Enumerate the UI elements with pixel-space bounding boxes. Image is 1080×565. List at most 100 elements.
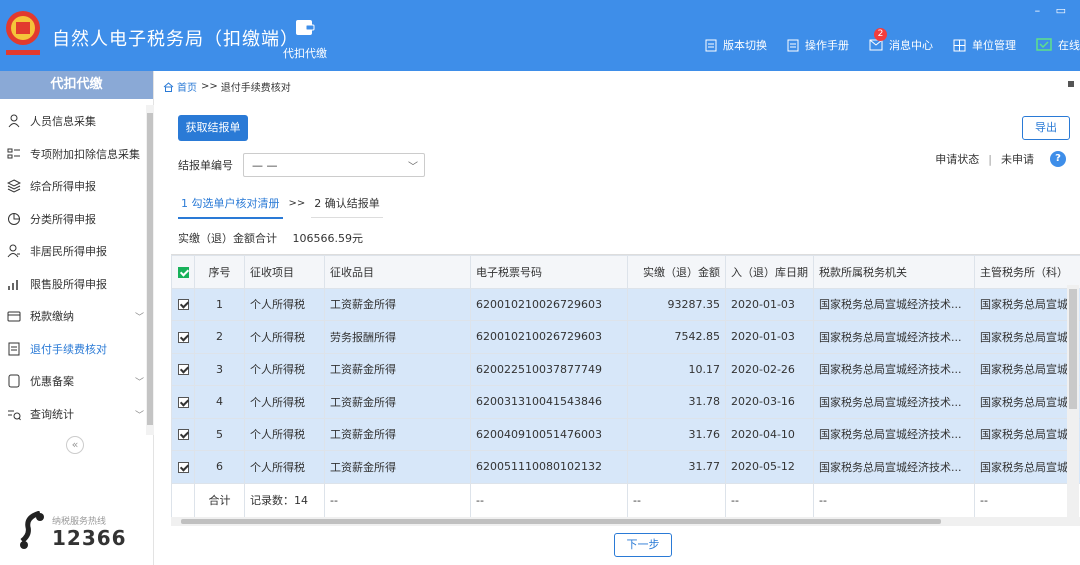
cell: 3 (194, 352, 245, 386)
settlement-number-select[interactable]: — — ﹀ (243, 153, 425, 177)
breadcrumb-home-link[interactable]: 首页 (177, 79, 197, 94)
select-all-checkbox[interactable] (171, 255, 195, 289)
top-bar: 自然人电子税务局（扣缴端） 代扣代缴 – ▭ 版本切换 操作手册 2 消息中心 … (0, 0, 1080, 71)
sidebar-collapse-button[interactable]: « (66, 436, 84, 454)
sidebar-item-label: 税款缴纳 (30, 310, 74, 324)
cell: 个人所得税 (244, 352, 325, 386)
layers-icon (6, 178, 22, 194)
breadcrumb-separator: >> (201, 81, 218, 92)
footer-total-label: 合计 (194, 482, 245, 518)
cell: 国家税务总局宣城 (974, 450, 1080, 484)
cell: -- (725, 482, 814, 518)
cell: 个人所得税 (244, 320, 325, 354)
cell: 个人所得税 (244, 417, 325, 451)
version-switch-button[interactable]: 版本切换 (705, 37, 767, 53)
cell: 2020-03-16 (725, 385, 814, 419)
sidebar-item-nonresident-income[interactable]: 非居民所得申报 (0, 235, 146, 268)
hotline: 纳税服务热线 12366 (18, 510, 126, 554)
cell: 个人所得税 (244, 287, 325, 321)
chevron-down-icon: ﹀ (134, 313, 144, 323)
cell: 31.77 (627, 450, 726, 484)
chevron-down-icon: ﹀ (134, 410, 144, 421)
window-controls[interactable]: – ▭ (1035, 4, 1072, 17)
cell: 国家税务总局宣城 (974, 352, 1080, 386)
manual-button[interactable]: 操作手册 (787, 37, 849, 53)
cell: 2020-02-26 (725, 352, 814, 386)
sidebar-item-fee-refund-check[interactable]: 退付手续费核对 (0, 333, 146, 366)
row-checkbox[interactable] (171, 320, 195, 354)
sidebar-item-special-deduction[interactable]: 专项附加扣除信息采集 (0, 138, 146, 171)
sidebar-item-label: 限售股所得申报 (30, 277, 107, 291)
table-row[interactable]: 2 个人所得税 劳务报酬所得 620010210026729603 7542.8… (171, 320, 1080, 354)
cell: 国家税务总局宣城经济技术... (813, 417, 975, 451)
column-header[interactable]: 税款所属税务机关 (813, 255, 975, 289)
sidebar-item-preferential-filing[interactable]: 优惠备案 ﹀ (0, 365, 146, 398)
cell: 国家税务总局宣城经济技术... (813, 352, 975, 386)
step-2-tab[interactable]: 2 确认结报单 (311, 195, 383, 218)
row-checkbox[interactable] (171, 287, 195, 321)
sidebar-item-label: 综合所得申报 (30, 180, 96, 194)
help-icon[interactable]: ? (1050, 151, 1066, 167)
table-row[interactable]: 5 个人所得税 工资薪金所得 620040910051476003 31.76 … (171, 417, 1080, 451)
cell: 5 (194, 417, 245, 451)
sidebar-item-label: 查询统计 (30, 407, 74, 421)
step-1-tab[interactable]: 1 勾选单户核对清册 (178, 195, 283, 219)
row-checkbox[interactable] (171, 417, 195, 451)
data-table: 序号 征收项目 征收品目 电子税票号码 实缴（退）金额 入（退）库日期 税款所属… (171, 255, 1080, 518)
table-row[interactable]: 6 个人所得税 工资薪金所得 620051110080102132 31.77 … (171, 450, 1080, 484)
sidebar-item-query-statistics[interactable]: 查询统计 ﹀ (0, 398, 146, 431)
row-checkbox[interactable] (171, 385, 195, 419)
table-vscroll-thumb[interactable] (1069, 289, 1077, 409)
cell: 620031310041543846 (470, 385, 628, 419)
sidebar-item-classified-income[interactable]: 分类所得申报 (0, 203, 146, 236)
sidebar-scroll-thumb[interactable] (147, 113, 153, 425)
cell: 620051110080102132 (470, 450, 628, 484)
fetch-settlement-button[interactable]: 获取结报单 (178, 115, 248, 141)
sidebar-item-personnel-info[interactable]: 人员信息采集 (0, 105, 146, 138)
column-header[interactable]: 主管税务所（科） (974, 255, 1080, 289)
cell: 31.78 (627, 385, 726, 419)
cell: 国家税务总局宣城 (974, 417, 1080, 451)
sidebar-item-comprehensive-income[interactable]: 综合所得申报 (0, 170, 146, 203)
tab-close-icon[interactable] (1068, 81, 1074, 87)
cell: 国家税务总局宣城经济技术... (813, 385, 975, 419)
sidebar-item-tax-payment[interactable]: 税款缴纳 ﹀ (0, 300, 146, 333)
message-badge: 2 (874, 28, 887, 41)
online-status-button[interactable]: 在线 (1036, 37, 1080, 53)
manual-label: 操作手册 (805, 39, 849, 52)
export-button[interactable]: 导出 (1022, 116, 1070, 140)
column-header[interactable]: 征收项目 (244, 255, 325, 289)
sidebar-item-restricted-stock[interactable]: 限售股所得申报 (0, 268, 146, 301)
table-row[interactable]: 1 个人所得税 工资薪金所得 620010210026729603 93287.… (171, 287, 1080, 321)
table-row[interactable]: 4 个人所得税 工资薪金所得 620031310041543846 31.78 … (171, 385, 1080, 419)
table-hscroll-thumb[interactable] (181, 519, 941, 524)
table-horizontal-scrollbar[interactable] (171, 517, 1080, 526)
person-outline-icon (6, 243, 22, 259)
row-checkbox[interactable] (171, 352, 195, 386)
total-value: 106566.59元 (292, 232, 364, 245)
footer-record-count: 记录数：14 (244, 482, 325, 518)
sidebar-item-label: 退付手续费核对 (30, 342, 107, 356)
column-header[interactable]: 实缴（退）金额 (627, 255, 726, 289)
cell: -- (470, 482, 628, 518)
row-checkbox[interactable] (171, 450, 195, 484)
document-icon (705, 39, 717, 51)
table-row[interactable]: 3 个人所得税 工资薪金所得 620022510037877749 10.17 … (171, 352, 1080, 386)
next-step-button[interactable]: 下一步 (614, 533, 672, 557)
unit-management-button[interactable]: 单位管理 (953, 37, 1016, 53)
column-header[interactable]: 电子税票号码 (470, 255, 628, 289)
cell: 7542.85 (627, 320, 726, 354)
sidebar-scrollbar[interactable] (146, 105, 154, 435)
column-header[interactable]: 入（退）库日期 (725, 255, 814, 289)
table-vertical-scrollbar[interactable] (1067, 285, 1079, 523)
column-header[interactable]: 征收品目 (324, 255, 471, 289)
message-center-button[interactable]: 2 消息中心 (869, 28, 933, 53)
step-indicator: 1 勾选单户核对清册 >> 2 确认结报单 (178, 195, 383, 219)
sidebar-header: 代扣代缴 (0, 71, 153, 99)
cell: 工资薪金所得 (324, 417, 471, 451)
cell: 2020-04-10 (725, 417, 814, 451)
column-header[interactable]: 序号 (194, 255, 245, 289)
module-withholding[interactable]: 代扣代缴 (282, 16, 328, 61)
manual-icon (787, 39, 799, 51)
cell: 国家税务总局宣城 (974, 385, 1080, 419)
